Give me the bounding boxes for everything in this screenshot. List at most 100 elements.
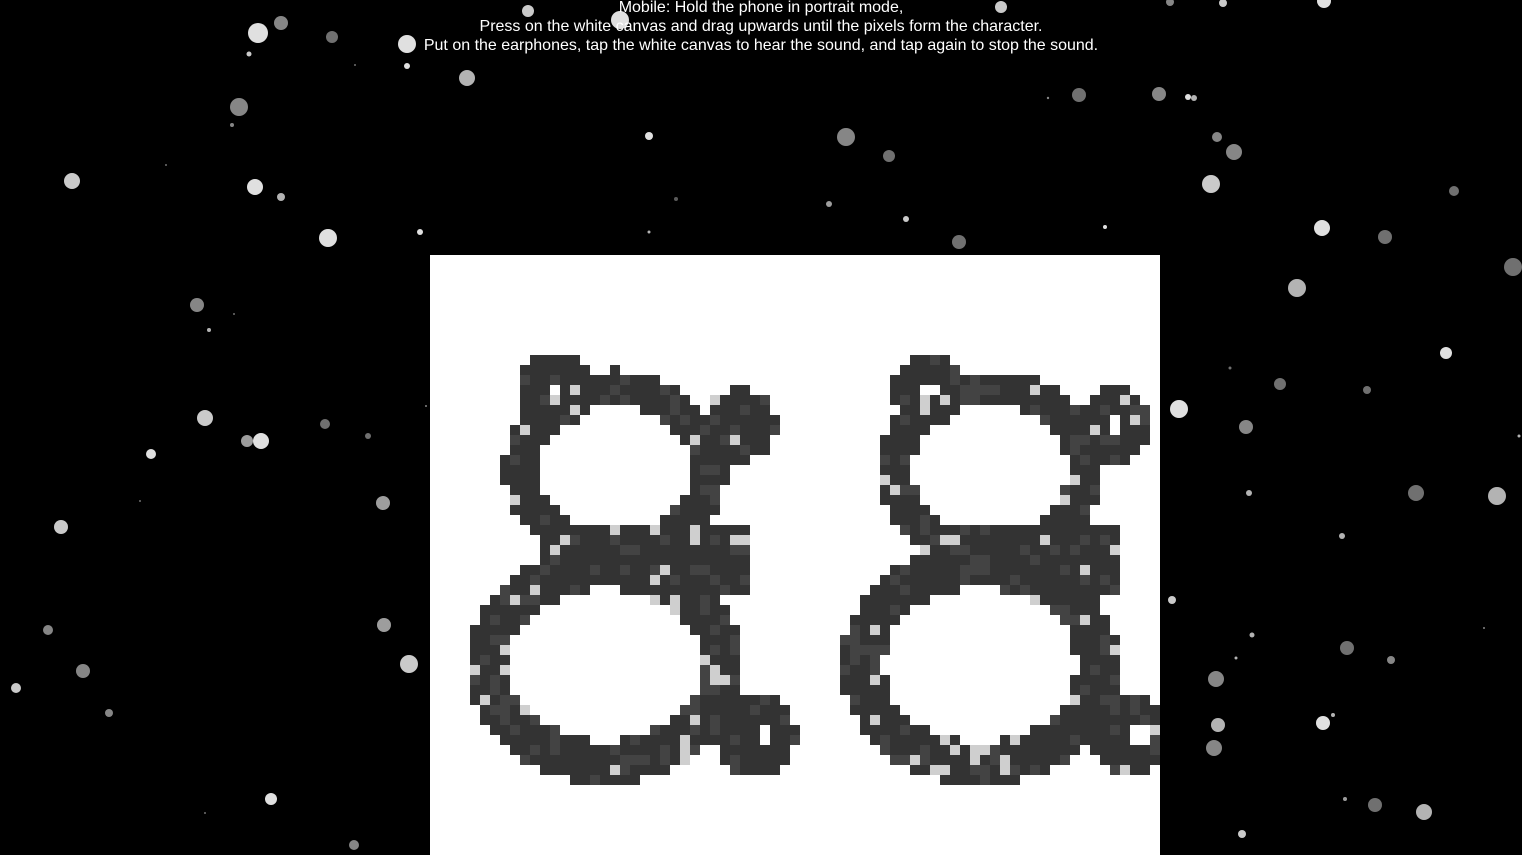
pixel-cell bbox=[1080, 695, 1090, 705]
pixel-cell bbox=[630, 535, 640, 545]
particle-dot bbox=[376, 496, 390, 510]
pixel-cell bbox=[540, 565, 550, 575]
pixel-cell bbox=[710, 505, 720, 515]
pixel-cell bbox=[1100, 545, 1110, 555]
pixel-cell bbox=[780, 735, 790, 745]
pixel-cell bbox=[880, 445, 890, 455]
pixel-cell bbox=[630, 775, 640, 785]
pixel-cell bbox=[740, 385, 750, 395]
pixel-cell bbox=[690, 615, 700, 625]
particle-dot bbox=[1314, 220, 1330, 236]
pixel-cell bbox=[710, 585, 720, 595]
pixel-cell bbox=[550, 375, 560, 385]
pixel-cell bbox=[1100, 645, 1110, 655]
pixel-cell bbox=[870, 635, 880, 645]
pixel-cell bbox=[1090, 475, 1100, 485]
pixel-cell bbox=[580, 535, 590, 545]
pixel-cell bbox=[690, 405, 700, 415]
pixel-cell bbox=[710, 525, 720, 535]
pixel-cell bbox=[1080, 525, 1090, 535]
pixel-cell bbox=[1100, 695, 1110, 705]
pixel-cell bbox=[1050, 395, 1060, 405]
pixel-cell bbox=[1010, 535, 1020, 545]
pixel-cell bbox=[720, 555, 730, 565]
pixel-cell bbox=[750, 745, 760, 755]
pixel-cell bbox=[1080, 425, 1090, 435]
pixel-cell bbox=[730, 675, 740, 685]
pixel-cell bbox=[570, 355, 580, 365]
pixel-cell bbox=[530, 565, 540, 575]
pixel-cell bbox=[570, 735, 580, 745]
pixel-cell bbox=[700, 425, 710, 435]
pixel-cell bbox=[660, 585, 670, 595]
pixel-cell bbox=[1100, 385, 1110, 395]
pixel-cell bbox=[1000, 395, 1010, 405]
pixel-cell bbox=[1040, 535, 1050, 545]
pixel-cell bbox=[930, 515, 940, 525]
pixel-cell bbox=[1090, 565, 1100, 575]
pixel-canvas[interactable] bbox=[430, 255, 1160, 855]
pixel-cell bbox=[1050, 605, 1060, 615]
pixel-cell bbox=[890, 565, 900, 575]
particle-dot bbox=[204, 812, 206, 814]
pixel-cell bbox=[660, 545, 670, 555]
pixel-cell bbox=[1060, 605, 1070, 615]
pixel-cell bbox=[640, 535, 650, 545]
pixel-cell bbox=[1080, 555, 1090, 565]
pixel-cell bbox=[510, 435, 520, 445]
pixel-cell bbox=[1080, 675, 1090, 685]
pixel-cell bbox=[530, 385, 540, 395]
pixel-cell bbox=[1150, 745, 1160, 755]
pixel-cell bbox=[950, 405, 960, 415]
pixel-cell bbox=[910, 585, 920, 595]
pixel-cell bbox=[1020, 395, 1030, 405]
pixel-cell bbox=[520, 395, 530, 405]
pixel-cell bbox=[880, 635, 890, 645]
pixel-cell bbox=[530, 515, 540, 525]
pixel-cell bbox=[600, 555, 610, 565]
pixel-cell bbox=[960, 765, 970, 775]
pixel-cell bbox=[720, 535, 730, 545]
pixel-cell bbox=[530, 465, 540, 475]
pixel-cell bbox=[990, 765, 1000, 775]
pixel-cell bbox=[700, 695, 710, 705]
pixel-cell bbox=[480, 655, 490, 665]
pixel-cell bbox=[490, 625, 500, 635]
pixel-cell bbox=[530, 355, 540, 365]
pixel-cell bbox=[1070, 585, 1080, 595]
pixel-cell bbox=[970, 775, 980, 785]
pixel-cell bbox=[710, 535, 720, 545]
pixel-cell bbox=[520, 445, 530, 455]
pixel-cell bbox=[940, 525, 950, 535]
pixel-cell bbox=[1000, 745, 1010, 755]
pixel-cell bbox=[650, 745, 660, 755]
pixel-cell bbox=[720, 575, 730, 585]
pixel-cell bbox=[660, 515, 670, 525]
pixel-cell bbox=[870, 715, 880, 725]
pixel-cell bbox=[1060, 415, 1070, 425]
pixel-cell bbox=[520, 725, 530, 735]
pixel-cell bbox=[540, 735, 550, 745]
pixel-cell bbox=[490, 605, 500, 615]
pixel-cell bbox=[730, 755, 740, 765]
pixel-cell bbox=[890, 435, 900, 445]
pixel-cell bbox=[620, 525, 630, 535]
particle-dot bbox=[190, 298, 204, 312]
pixel-cell bbox=[690, 515, 700, 525]
pixel-cell bbox=[1060, 735, 1070, 745]
pixel-cell bbox=[510, 605, 520, 615]
pixel-cell bbox=[860, 695, 870, 705]
pixel-cell bbox=[1020, 555, 1030, 565]
pixel-cell bbox=[950, 735, 960, 745]
pixel-cell bbox=[980, 375, 990, 385]
pixel-cell bbox=[1110, 675, 1120, 685]
pixel-cell bbox=[940, 565, 950, 575]
pixel-cell bbox=[1110, 655, 1120, 665]
particle-dot bbox=[1168, 596, 1176, 604]
particle-dot bbox=[146, 449, 156, 459]
pixel-cell bbox=[510, 505, 520, 515]
pixel-cell bbox=[1070, 465, 1080, 475]
pixel-cell bbox=[990, 555, 1000, 565]
pixel-cell bbox=[570, 395, 580, 405]
pixel-cell bbox=[640, 585, 650, 595]
